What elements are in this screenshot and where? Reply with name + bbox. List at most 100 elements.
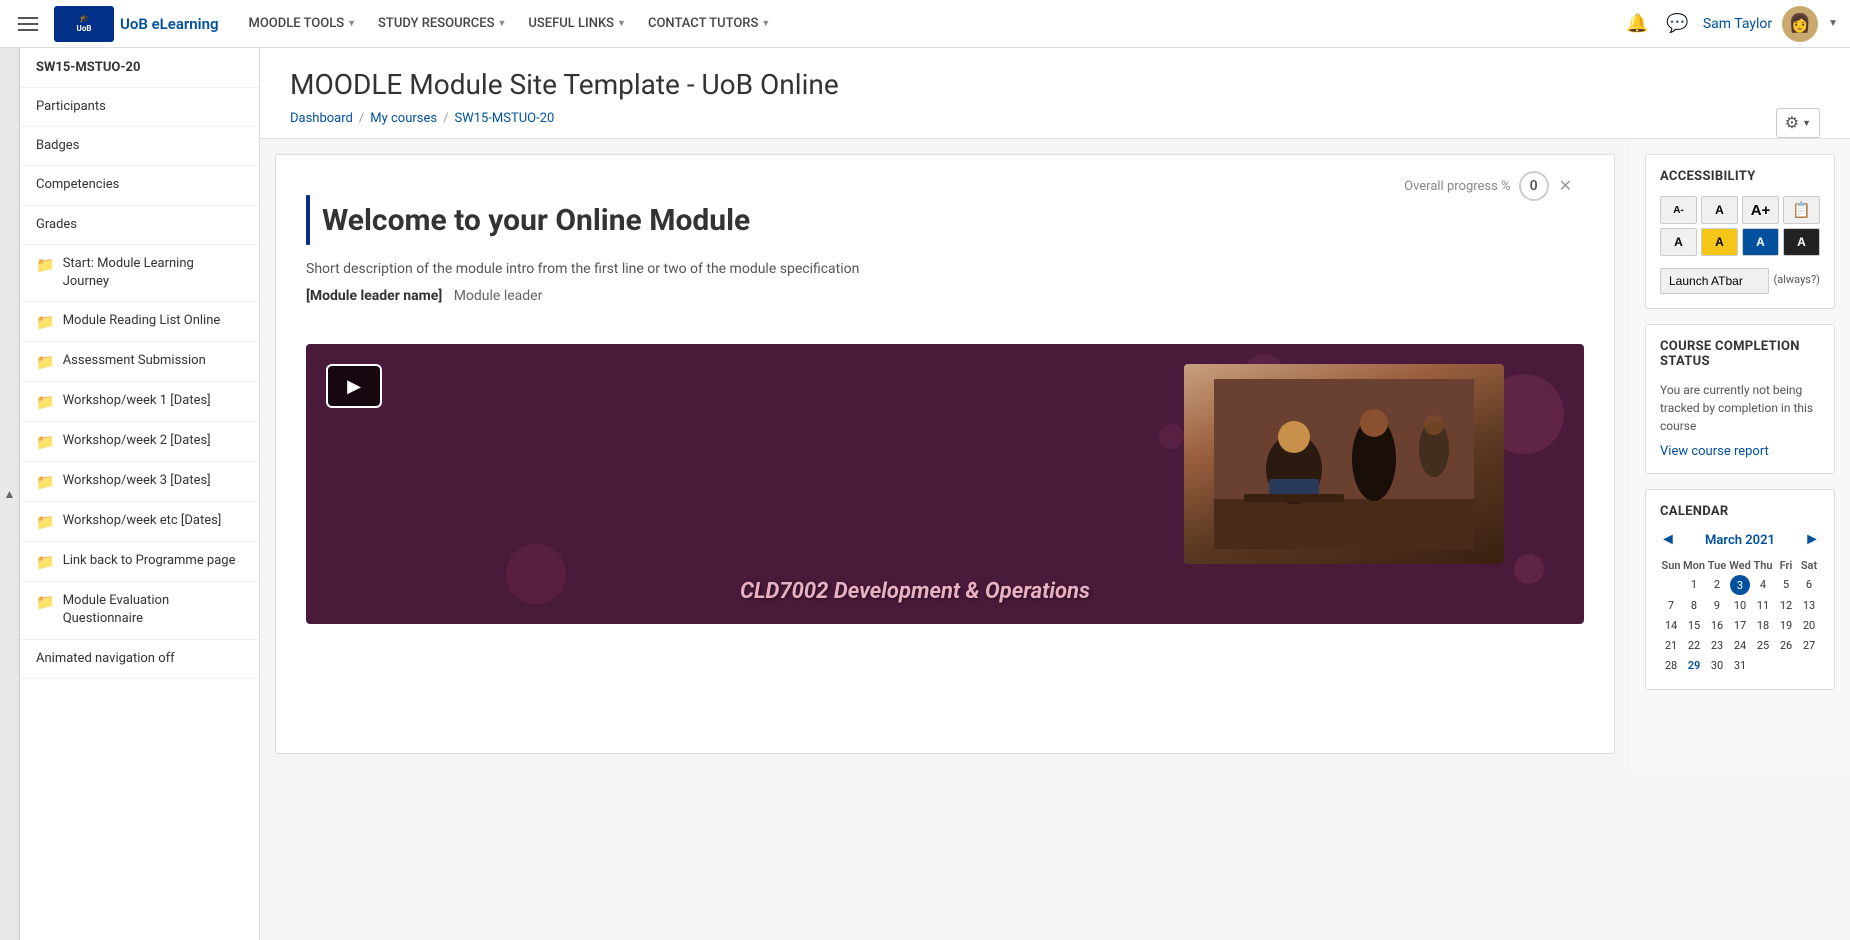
folder-icon: 📁	[36, 593, 55, 611]
cal-day-29[interactable]: 29	[1683, 656, 1705, 675]
completion-panel: COURSE COMPLETION STATUS You are current…	[1645, 324, 1835, 474]
cal-header-tue: Tue	[1706, 557, 1728, 574]
hamburger-icon	[18, 17, 38, 31]
font-decrease-button[interactable]: A-	[1660, 196, 1697, 224]
cal-day-31[interactable]: 31	[1729, 656, 1751, 675]
messages-button[interactable]: 💬	[1662, 9, 1692, 38]
notifications-button[interactable]: 🔔	[1622, 9, 1652, 38]
cal-day-6[interactable]: 6	[1798, 575, 1820, 595]
cal-day-28[interactable]: 28	[1660, 656, 1682, 675]
cal-day-21[interactable]: 21	[1660, 636, 1682, 655]
cal-day-9[interactable]: 9	[1706, 596, 1728, 615]
sidebar-item-workshop-etc[interactable]: 📁 Workshop/week etc [Dates]	[20, 502, 259, 542]
sidebar-item-assessment[interactable]: 📁 Assessment Submission	[20, 342, 259, 382]
sidebar-item-competencies[interactable]: Competencies	[20, 166, 259, 205]
cal-day-1[interactable]: 1	[1683, 575, 1705, 595]
font-increase-button[interactable]: A+	[1742, 196, 1779, 224]
cal-day-30[interactable]: 30	[1706, 656, 1728, 675]
page-header: MOODLE Module Site Template - UoB Online…	[260, 48, 1850, 139]
sidebar-item-workshop2[interactable]: 📁 Workshop/week 2 [Dates]	[20, 422, 259, 462]
nav-study-resources[interactable]: STUDY RESOURCES ▼	[368, 10, 516, 37]
user-menu-caret[interactable]: ▼	[1828, 18, 1838, 29]
cal-day-11[interactable]: 11	[1752, 596, 1774, 615]
module-leader-name: [Module leader name]	[306, 288, 442, 304]
gear-icon: ⚙	[1785, 113, 1799, 133]
launch-atbar-button[interactable]: Launch ATbar	[1660, 268, 1769, 294]
sidebar-item-participants[interactable]: Participants	[20, 88, 259, 127]
sidebar-collapse-button[interactable]: ▲	[0, 48, 20, 940]
view-course-report-link[interactable]: View course report	[1660, 444, 1769, 459]
cal-day-12[interactable]: 12	[1775, 596, 1797, 615]
close-progress-button[interactable]: ✕	[1557, 174, 1574, 198]
folder-icon: 📁	[36, 553, 55, 571]
sidebar-item-label: Module Reading List Online	[63, 312, 221, 330]
cal-day-20[interactable]: 20	[1798, 616, 1820, 635]
cal-day-17[interactable]: 17	[1729, 616, 1751, 635]
cal-day-10[interactable]: 10	[1729, 596, 1751, 615]
launch-atbar-label: Launch ATbar	[1669, 274, 1743, 288]
sidebar-item-start-journey[interactable]: 📁 Start: Module Learning Journey	[20, 245, 259, 302]
sidebar-item-link-back[interactable]: 📁 Link back to Programme page	[20, 542, 259, 582]
cal-day-26[interactable]: 26	[1775, 636, 1797, 655]
calendar-prev-button[interactable]: ◄	[1660, 531, 1676, 549]
sidebar-item-grades[interactable]: Grades	[20, 206, 259, 245]
nav-useful-links[interactable]: USEFUL LINKS ▼	[518, 10, 636, 37]
sidebar-item-label: Workshop/week 2 [Dates]	[63, 432, 211, 450]
sidebar-item-label: Competencies	[36, 176, 119, 194]
cal-day-24[interactable]: 24	[1729, 636, 1751, 655]
nav-moodle-tools[interactable]: MOODLE TOOLS ▼	[238, 10, 366, 37]
accessibility-options-button[interactable]: 📋	[1783, 196, 1820, 224]
sidebar-item-badges[interactable]: Badges	[20, 127, 259, 166]
sidebar-item-workshop3[interactable]: 📁 Workshop/week 3 [Dates]	[20, 462, 259, 502]
sidebar-item-evaluation[interactable]: 📁 Module Evaluation Questionnaire	[20, 582, 259, 639]
avatar[interactable]: 👩	[1782, 6, 1818, 42]
sidebar-item-label: Badges	[36, 137, 79, 155]
cal-day-23[interactable]: 23	[1706, 636, 1728, 655]
site-name[interactable]: UoB eLearning	[120, 15, 218, 33]
cal-day-7[interactable]: 7	[1660, 596, 1682, 615]
sidebar-item-label: Link back to Programme page	[63, 552, 236, 570]
user-name[interactable]: Sam Taylor	[1703, 16, 1772, 32]
video-play-button[interactable]: ▶	[326, 364, 382, 408]
sidebar-item-label: Workshop/week 3 [Dates]	[63, 472, 211, 490]
cal-day-25[interactable]: 25	[1752, 636, 1774, 655]
folder-icon: 📁	[36, 256, 55, 274]
folder-icon: 📁	[36, 313, 55, 331]
sidebar-item-animated-nav[interactable]: Animated navigation off	[20, 640, 259, 679]
cal-day-4[interactable]: 4	[1752, 575, 1774, 595]
theme-blue-button[interactable]: A	[1742, 228, 1779, 256]
nav-contact-tutors[interactable]: CONTACT TUTORS ▼	[638, 10, 780, 37]
sidebar-item-label: Workshop/week etc [Dates]	[63, 512, 222, 530]
cal-day-2[interactable]: 2	[1706, 575, 1728, 595]
hamburger-button[interactable]	[12, 11, 44, 37]
cal-day-8[interactable]: 8	[1683, 596, 1705, 615]
cal-day-3-today[interactable]: 3	[1730, 575, 1750, 595]
settings-button[interactable]: ⚙ ▼	[1776, 108, 1820, 138]
progress-area: Overall progress % 0 ✕	[1404, 171, 1574, 201]
theme-yellow-button[interactable]: A	[1701, 228, 1738, 256]
sidebar-item-workshop1[interactable]: 📁 Workshop/week 1 [Dates]	[20, 382, 259, 422]
launch-atbar-row: Launch ATbar (always?)	[1660, 264, 1820, 294]
cal-day-empty3	[1775, 656, 1797, 675]
theme-black-button[interactable]: A	[1783, 228, 1820, 256]
breadcrumb-dashboard[interactable]: Dashboard	[290, 111, 353, 126]
calendar-next-button[interactable]: ►	[1804, 531, 1820, 549]
page-title: MOODLE Module Site Template - UoB Online	[290, 68, 1820, 101]
sidebar-item-label: Module Evaluation Questionnaire	[63, 592, 243, 628]
cal-day-16[interactable]: 16	[1706, 616, 1728, 635]
cal-day-18[interactable]: 18	[1752, 616, 1774, 635]
theme-default-button[interactable]: A	[1660, 228, 1697, 256]
completion-title: COURSE COMPLETION STATUS	[1660, 339, 1820, 369]
cal-day-13[interactable]: 13	[1798, 596, 1820, 615]
font-normal-button[interactable]: A	[1701, 196, 1738, 224]
cal-day-14[interactable]: 14	[1660, 616, 1682, 635]
breadcrumb-current[interactable]: SW15-MSTUO-20	[454, 111, 554, 126]
video-label: CLD7002 Development & Operations	[326, 579, 1504, 604]
sidebar-item-reading-list[interactable]: 📁 Module Reading List Online	[20, 302, 259, 342]
breadcrumb-my-courses[interactable]: My courses	[370, 111, 437, 126]
cal-day-19[interactable]: 19	[1775, 616, 1797, 635]
cal-day-22[interactable]: 22	[1683, 636, 1705, 655]
cal-day-27[interactable]: 27	[1798, 636, 1820, 655]
cal-day-15[interactable]: 15	[1683, 616, 1705, 635]
cal-day-5[interactable]: 5	[1775, 575, 1797, 595]
